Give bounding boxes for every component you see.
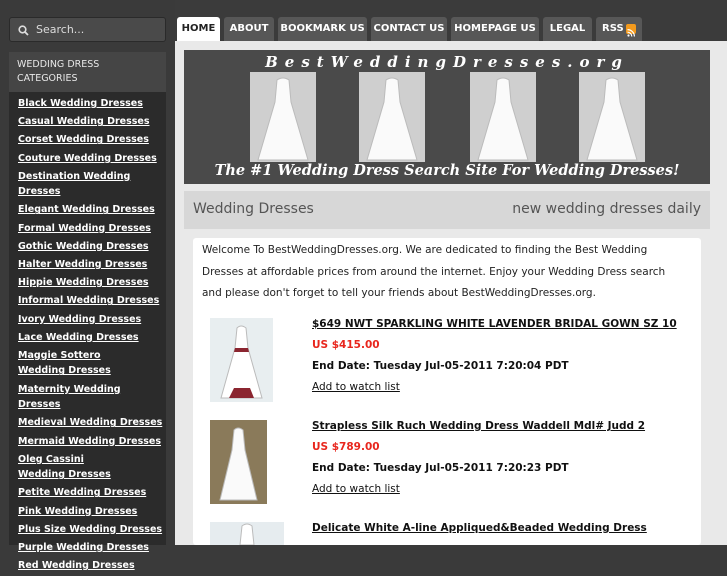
listing-title-link[interactable]: $649 NWT SPARKLING WHITE LAVENDER BRIDAL… bbox=[312, 318, 677, 330]
intro-text: Welcome To BestWeddingDresses.org. We ar… bbox=[202, 244, 666, 299]
listing-title-link[interactable]: Strapless Silk Ruch Wedding Dress Waddel… bbox=[312, 420, 645, 432]
tab-homepage-us[interactable]: HOMEPAGE US bbox=[451, 17, 539, 41]
listing-end-date: End Date: Tuesday Jul-05-2011 7:20:23 PD… bbox=[312, 462, 569, 474]
category-link[interactable]: Maternity Wedding Dresses bbox=[18, 382, 163, 413]
search-icon bbox=[18, 25, 29, 36]
section-title: Wedding Dresses bbox=[193, 201, 314, 217]
category-link[interactable]: Petite Wedding Dresses bbox=[18, 485, 163, 501]
category-link[interactable]: Black Wedding Dresses bbox=[18, 96, 163, 112]
category-link[interactable]: Lace Wedding Dresses bbox=[18, 330, 163, 346]
tab-legal[interactable]: LEGAL bbox=[543, 17, 592, 41]
category-heading: WEDDING DRESS CATEGORIES bbox=[17, 59, 100, 84]
page: Search... WEDDING DRESS CATEGORIES Black… bbox=[0, 0, 727, 571]
category-link[interactable]: Elegant Wedding Dresses bbox=[18, 202, 163, 218]
category-link[interactable]: Ivory Wedding Dresses bbox=[18, 312, 163, 328]
content-area: BestWeddingDresses.org The #1 Wedding Dr… bbox=[175, 41, 727, 546]
tab-rss[interactable]: RSS bbox=[596, 17, 642, 41]
category-link[interactable]: Hippie Wedding Dresses bbox=[18, 275, 163, 291]
category-link[interactable]: Oleg Cassini Wedding Dresses bbox=[18, 452, 128, 483]
sidebar: Search... WEDDING DRESS CATEGORIES Black… bbox=[0, 0, 175, 571]
listing-price: US $415.00 bbox=[312, 339, 380, 351]
category-link[interactable]: Purple Wedding Dresses bbox=[18, 540, 163, 556]
dress-image bbox=[250, 72, 316, 162]
tab-bookmark-us[interactable]: BOOKMARK US bbox=[278, 17, 367, 41]
section-header: Wedding Dresses new wedding dresses dail… bbox=[184, 191, 710, 229]
rss-label: RSS bbox=[602, 23, 624, 34]
category-link[interactable]: Red Wedding Dresses bbox=[18, 558, 163, 574]
rss-icon bbox=[626, 24, 636, 37]
category-link[interactable]: Formal Wedding Dresses bbox=[18, 221, 163, 237]
category-link[interactable]: Medieval Wedding Dresses bbox=[18, 415, 163, 431]
category-link[interactable]: Mermaid Wedding Dresses bbox=[18, 434, 163, 450]
add-to-watch-list-link[interactable]: Add to watch list bbox=[312, 381, 400, 393]
category-link[interactable]: Couture Wedding Dresses bbox=[18, 151, 163, 167]
search-placeholder: Search... bbox=[36, 23, 85, 36]
listing-thumbnail[interactable] bbox=[210, 318, 273, 402]
category-link[interactable]: Destination Wedding Dresses bbox=[18, 169, 163, 200]
category-panel: WEDDING DRESS CATEGORIES Black Wedding D… bbox=[9, 52, 166, 571]
dress-image bbox=[579, 72, 645, 162]
tab-home[interactable]: HOME bbox=[177, 17, 220, 41]
section-slogan: new wedding dresses daily bbox=[512, 201, 701, 217]
category-list: Black Wedding Dresses Casual Wedding Dre… bbox=[18, 96, 163, 576]
site-banner[interactable]: BestWeddingDresses.org The #1 Wedding Dr… bbox=[184, 50, 710, 184]
category-link[interactable]: Informal Wedding Dresses bbox=[18, 293, 163, 309]
category-link[interactable]: Corset Wedding Dresses bbox=[18, 132, 163, 148]
listing-thumbnail[interactable] bbox=[210, 522, 284, 546]
category-heading-bar: WEDDING DRESS CATEGORIES bbox=[9, 52, 166, 92]
tab-about[interactable]: ABOUT bbox=[224, 17, 274, 41]
listing-title-link[interactable]: Delicate White A-line Appliqued&Beaded W… bbox=[312, 522, 647, 534]
category-link[interactable]: Plus Size Wedding Dresses bbox=[18, 522, 163, 538]
listing-price: US $789.00 bbox=[312, 441, 380, 453]
search-input[interactable]: Search... bbox=[9, 17, 166, 42]
listing-box: Welcome To BestWeddingDresses.org. We ar… bbox=[193, 238, 701, 546]
dress-image bbox=[359, 72, 425, 162]
category-link[interactable]: Gothic Wedding Dresses bbox=[18, 239, 163, 255]
add-to-watch-list-link[interactable]: Add to watch list bbox=[312, 483, 400, 495]
listing-thumbnail[interactable] bbox=[210, 420, 267, 504]
category-link[interactable]: Pink Wedding Dresses bbox=[18, 504, 163, 520]
tab-contact-us[interactable]: CONTACT US bbox=[371, 17, 447, 41]
site-tagline: The #1 Wedding Dress Search Site For Wed… bbox=[214, 162, 680, 179]
listing-end-date: End Date: Tuesday Jul-05-2011 7:20:04 PD… bbox=[312, 360, 569, 372]
category-link[interactable]: Halter Wedding Dresses bbox=[18, 257, 163, 273]
site-title: BestWeddingDresses.org bbox=[265, 53, 629, 71]
category-link[interactable]: Maggie Sottero Wedding Dresses bbox=[18, 348, 136, 379]
category-link[interactable]: Casual Wedding Dresses bbox=[18, 114, 163, 130]
dress-image bbox=[470, 72, 536, 162]
